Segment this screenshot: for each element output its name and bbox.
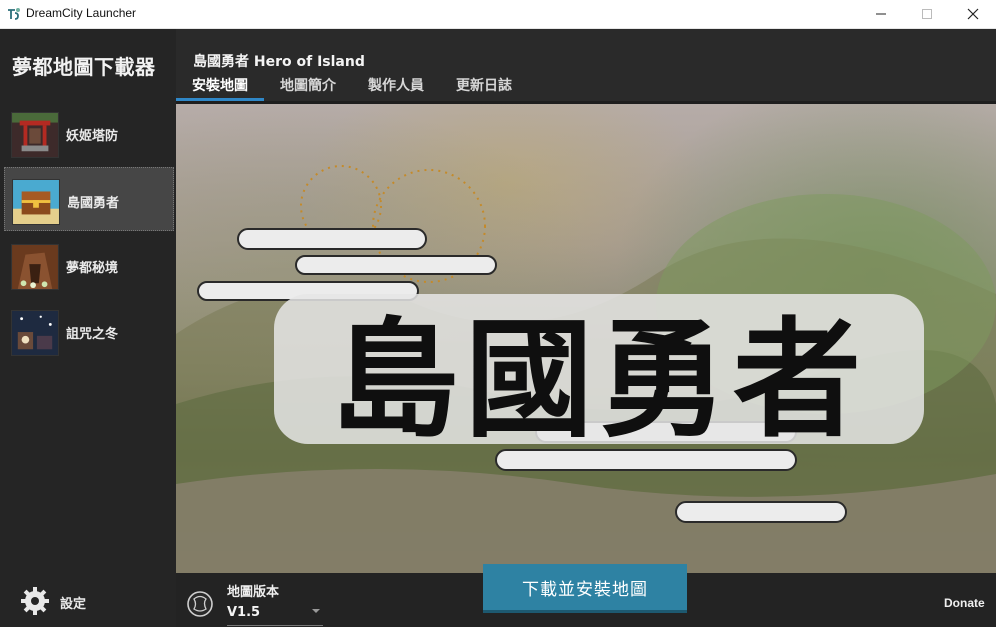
warcraft-logo-icon	[187, 591, 213, 617]
sidebar-title: 夢都地圖下載器	[12, 55, 156, 79]
minimize-icon	[876, 13, 886, 15]
sidebar-item-yaoji[interactable]: 妖姬塔防	[0, 101, 176, 165]
tab-install-map[interactable]: 安裝地圖	[192, 75, 248, 99]
version-value: V1.5	[227, 605, 261, 620]
maximize-icon	[922, 9, 932, 19]
sidebar-item-dream-realm[interactable]: 夢都秘境	[0, 233, 176, 297]
donate-link[interactable]: Donate	[944, 596, 985, 610]
close-icon	[967, 8, 979, 20]
banner-artwork: 島國勇者	[176, 165, 996, 573]
download-install-button[interactable]: 下載並安裝地圖	[483, 564, 687, 610]
gear-icon	[21, 587, 49, 615]
island-hero-treasure-chest-thumbnail	[12, 179, 60, 225]
sidebar-item-cursed-winter[interactable]: 詛咒之冬	[0, 299, 176, 363]
cursed-winter-thumbnail	[11, 310, 59, 356]
sidebar-item-label: 妖姬塔防	[66, 129, 119, 144]
sidebar-item-label: 夢都秘境	[66, 261, 119, 276]
bottom-bar: 地圖版本 V1.5 下載並安裝地圖 Donate	[176, 564, 996, 627]
settings-button[interactable]: 設定	[20, 585, 160, 617]
dreamcity-logo-icon	[8, 8, 20, 20]
tab-changelog[interactable]: 更新日誌	[456, 75, 512, 99]
minimize-button[interactable]	[858, 0, 904, 28]
version-select[interactable]: V1.5	[227, 603, 323, 626]
sidebar-item-label: 詛咒之冬	[66, 327, 119, 342]
active-tab-indicator	[176, 98, 264, 101]
map-header: 島國勇者 Hero of Island 安裝地圖 地圖簡介 製作人員 更新日誌	[176, 29, 996, 101]
yaoji-tower-defense-thumbnail	[11, 112, 59, 158]
tab-credits[interactable]: 製作人員	[368, 75, 424, 99]
sidebar-item-island-hero[interactable]: 島國勇者	[4, 167, 174, 231]
settings-label: 設定	[60, 597, 87, 612]
dream-realm-tree-thumbnail	[11, 244, 59, 290]
window-title: DreamCity Launcher	[26, 6, 137, 20]
window-titlebar: DreamCity Launcher	[0, 0, 996, 29]
close-button[interactable]	[950, 0, 996, 28]
banner-logo-text: 島國勇者	[331, 305, 867, 455]
sidebar-item-label: 島國勇者	[67, 196, 120, 211]
sidebar: 夢都地圖下載器 妖姬塔防 島國勇者 夢都秘境 詛咒之冬 設定	[0, 29, 176, 627]
maximize-button[interactable]	[904, 0, 950, 28]
version-label: 地圖版本	[227, 585, 280, 600]
tab-map-intro[interactable]: 地圖簡介	[280, 75, 336, 99]
map-banner-image: 島國勇者	[176, 104, 996, 573]
map-title: 島國勇者 Hero of Island	[193, 54, 365, 70]
chevron-down-icon	[312, 609, 320, 613]
